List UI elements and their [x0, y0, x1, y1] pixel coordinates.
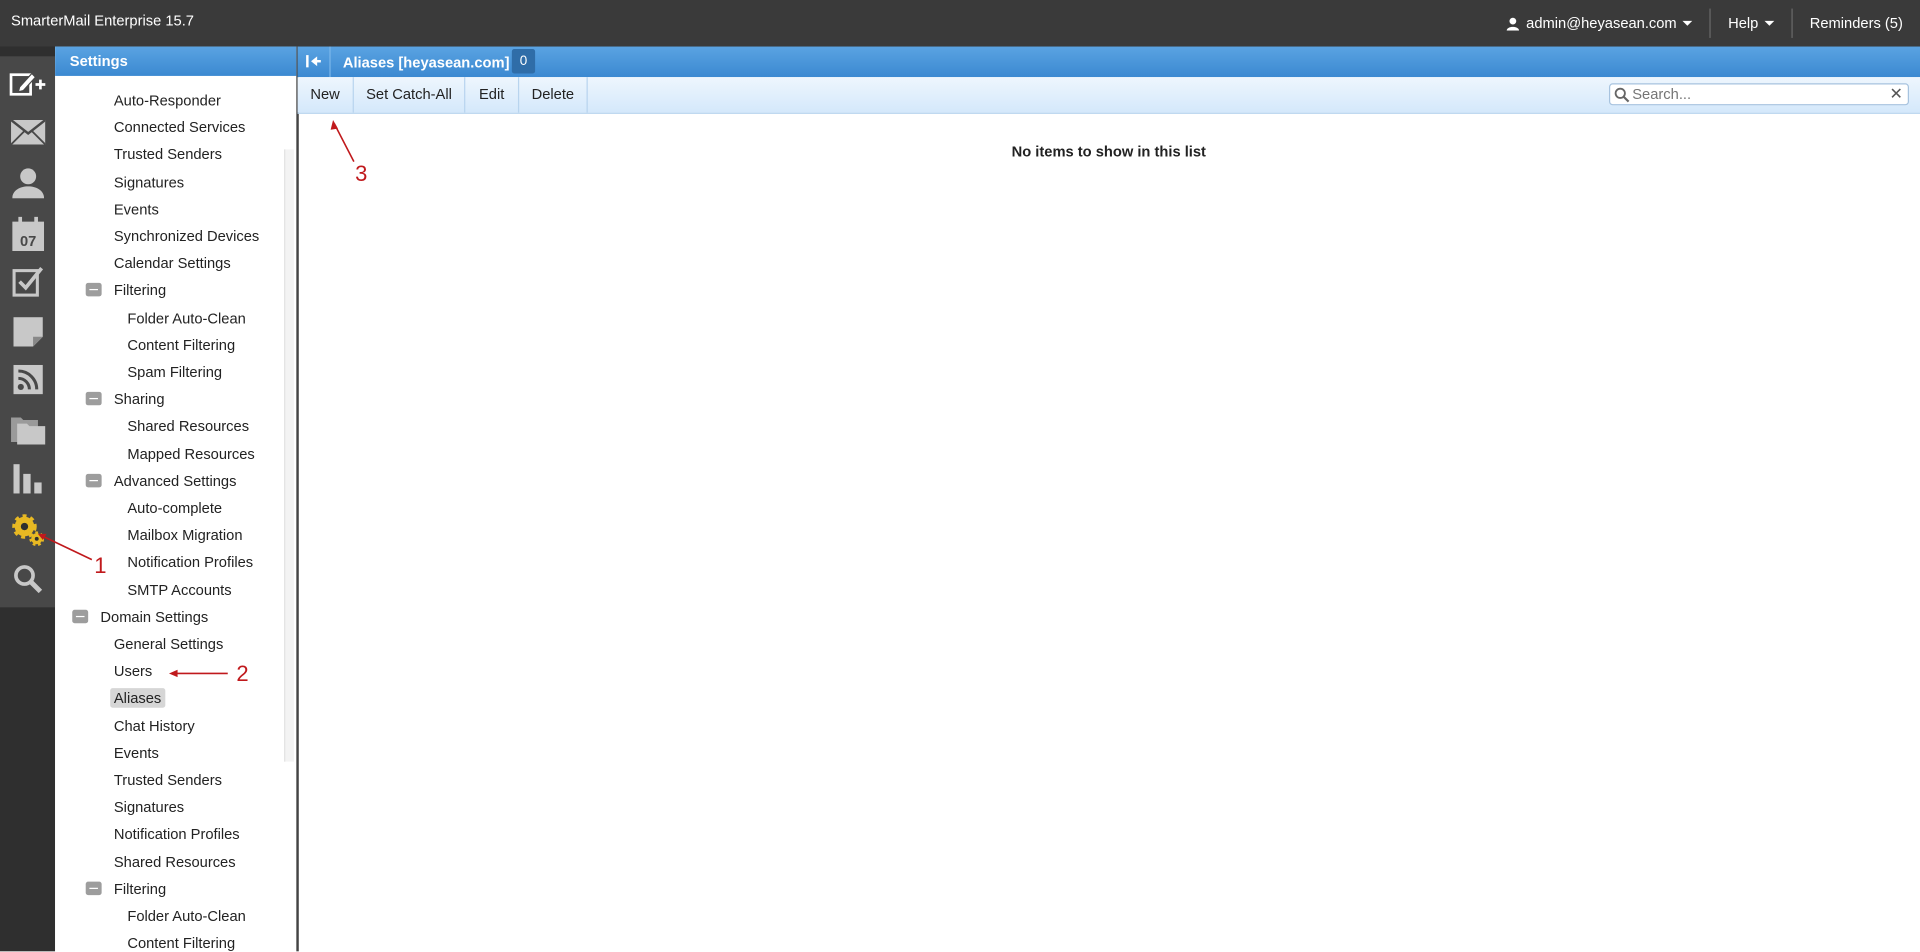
annotation-3: 3: [355, 161, 368, 187]
annotation-arrows: [37, 120, 355, 678]
annotation-2: 2: [236, 661, 249, 686]
annotation-1: 1: [94, 553, 107, 578]
